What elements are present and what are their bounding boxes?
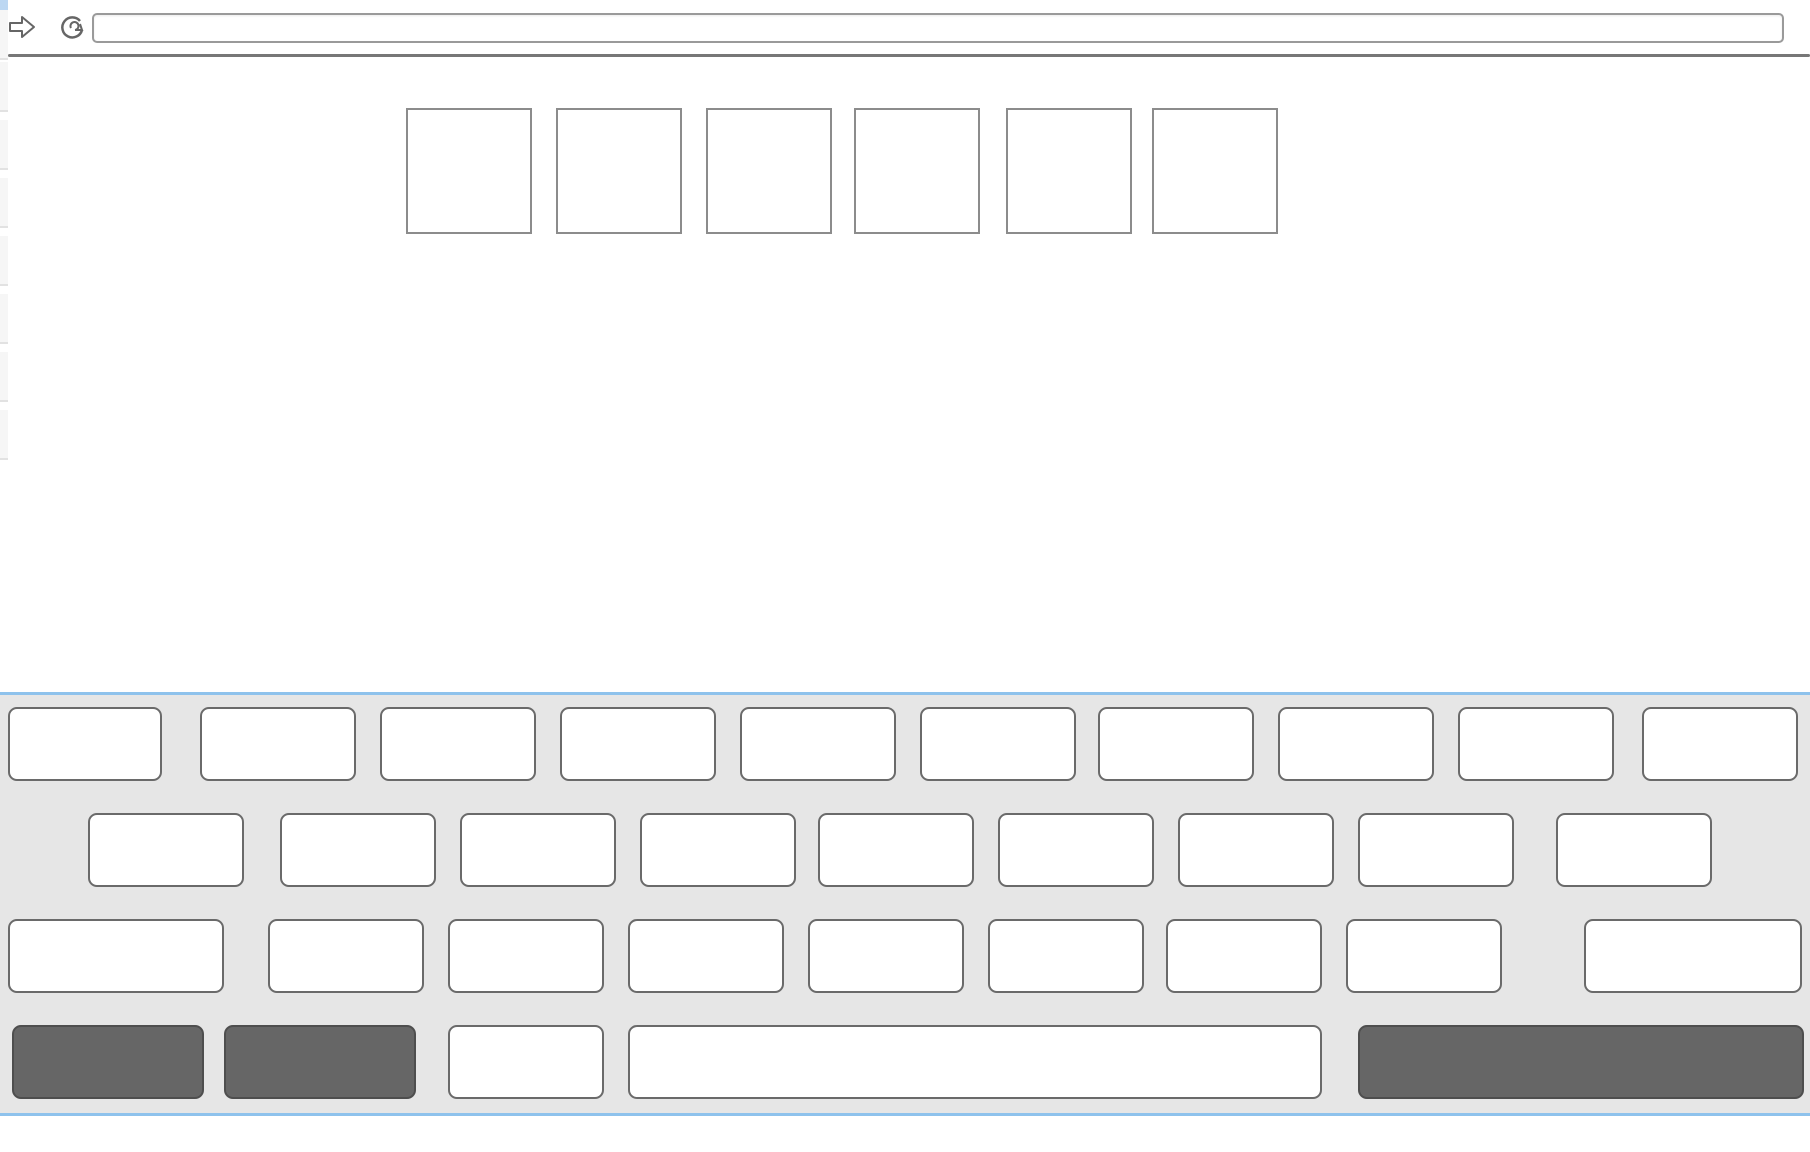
space-key[interactable]: [628, 1025, 1322, 1099]
keyboard-key[interactable]: [8, 707, 162, 781]
edge-strip-segment: [0, 294, 8, 344]
letter-tile: [406, 108, 532, 234]
keyboard-key[interactable]: [200, 707, 356, 781]
keyboard-key[interactable]: [1346, 919, 1502, 993]
keyboard-key[interactable]: [8, 919, 224, 993]
keyboard-key[interactable]: [640, 813, 796, 887]
letter-tile: [1152, 108, 1278, 234]
toolbar-divider: [8, 54, 1810, 57]
refresh-button[interactable]: [56, 12, 88, 44]
edge-strip-segment: [0, 178, 8, 228]
keyboard-key[interactable]: [920, 707, 1076, 781]
keyboard-key[interactable]: [280, 813, 436, 887]
keyboard-key[interactable]: [998, 813, 1154, 887]
refresh-icon: [61, 16, 84, 39]
on-screen-keyboard: [0, 692, 1810, 1116]
keyboard-key[interactable]: [740, 707, 896, 781]
keyboard-key[interactable]: [1098, 707, 1254, 781]
letter-tile: [854, 108, 980, 234]
keyboard-key[interactable]: [448, 1025, 604, 1099]
keyboard-key[interactable]: [1278, 707, 1434, 781]
edge-strip-segment: [0, 352, 8, 402]
keyboard-key[interactable]: [448, 919, 604, 993]
edge-strip-segment: [0, 62, 8, 112]
letter-tile: [556, 108, 682, 234]
keyboard-key[interactable]: [268, 919, 424, 993]
keyboard-key[interactable]: [1584, 919, 1802, 993]
keyboard-key[interactable]: [988, 919, 1144, 993]
keyboard-key[interactable]: [88, 813, 244, 887]
keyboard-key[interactable]: [1166, 919, 1322, 993]
letter-tile: [706, 108, 832, 234]
keyboard-key[interactable]: [1556, 813, 1712, 887]
keyboard-key[interactable]: [1178, 813, 1334, 887]
address-bar-input[interactable]: [92, 13, 1784, 43]
arrow-right-icon: [9, 16, 35, 38]
keyboard-key[interactable]: [560, 707, 716, 781]
keyboard-key[interactable]: [380, 707, 536, 781]
browser-toolbar: [0, 0, 1810, 58]
keyboard-key[interactable]: [1642, 707, 1798, 781]
keyboard-key[interactable]: [1458, 707, 1614, 781]
left-edge-strip: [0, 0, 8, 460]
keyboard-key[interactable]: [1358, 1025, 1804, 1099]
keyboard-key[interactable]: [460, 813, 616, 887]
edge-strip-segment: [0, 120, 8, 170]
forward-button[interactable]: [8, 12, 38, 42]
letter-tile: [1006, 108, 1132, 234]
edge-strip-segment: [0, 236, 8, 286]
keyboard-key[interactable]: [1358, 813, 1514, 887]
keyboard-key[interactable]: [808, 919, 964, 993]
keyboard-key[interactable]: [224, 1025, 416, 1099]
edge-strip-segment: [0, 410, 8, 460]
keyboard-key[interactable]: [12, 1025, 204, 1099]
keyboard-key[interactable]: [628, 919, 784, 993]
keyboard-key[interactable]: [818, 813, 974, 887]
